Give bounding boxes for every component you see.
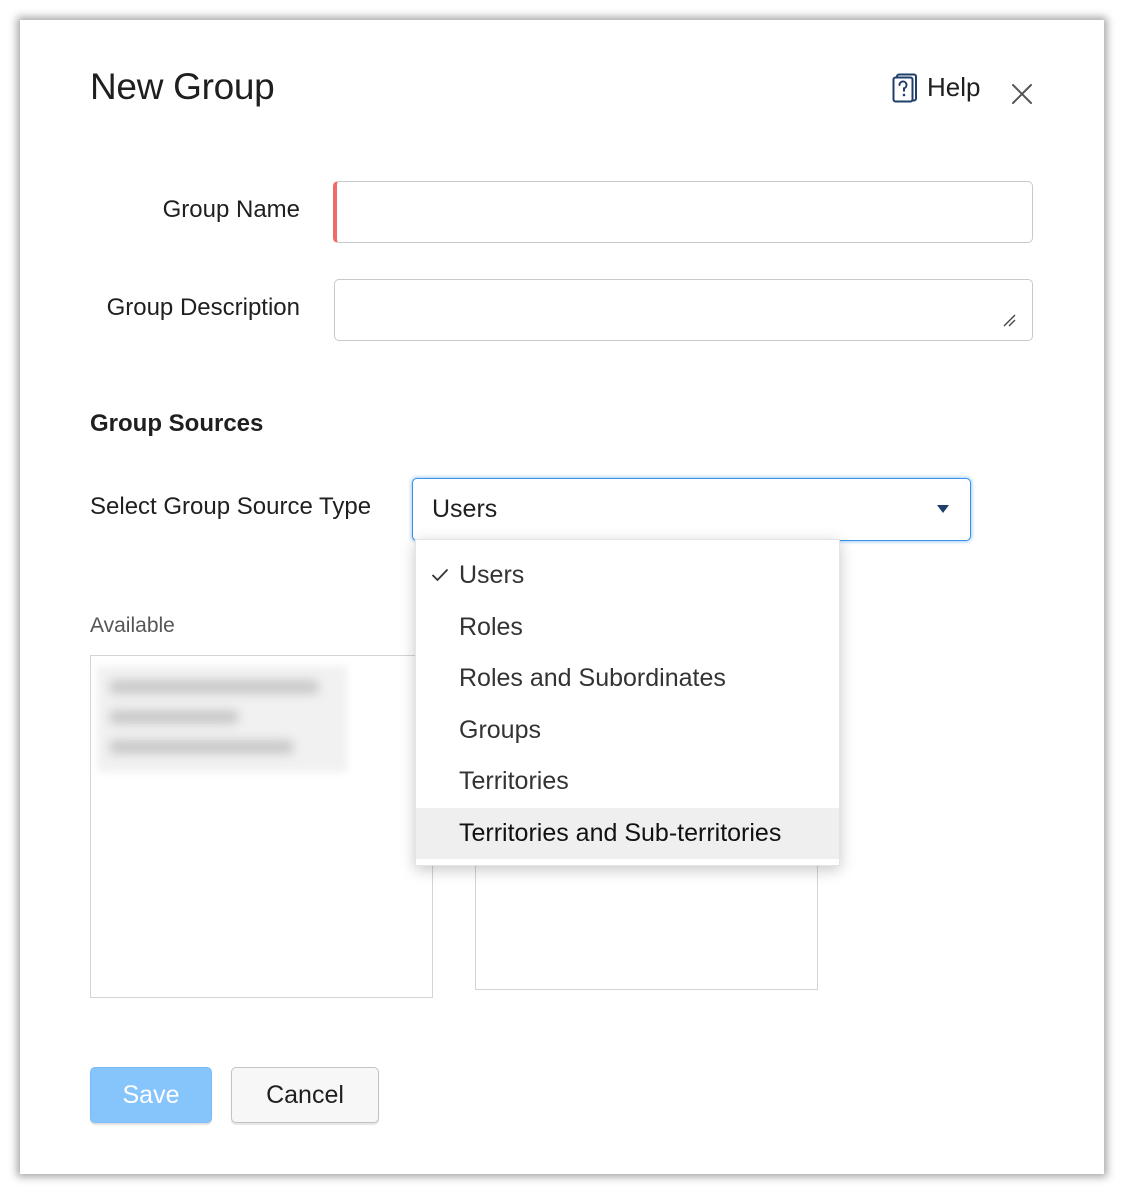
source-type-selected-value: Users: [432, 495, 498, 523]
menu-option-users[interactable]: Users: [416, 550, 839, 602]
menu-option-label: Groups: [459, 715, 541, 744]
group-description-textarea[interactable]: [334, 279, 1033, 341]
caret-down-icon: [937, 505, 949, 513]
source-type-label: Select Group Source Type: [90, 493, 372, 520]
menu-option-label: Territories and Sub-territories: [459, 818, 782, 847]
dialog-title: New Group: [90, 66, 275, 107]
menu-option-label: Roles: [459, 612, 523, 641]
help-label: Help: [927, 72, 981, 102]
group-sources-heading: Group Sources: [90, 410, 264, 437]
menu-option-groups[interactable]: Groups: [416, 705, 839, 757]
menu-option-roles[interactable]: Roles: [416, 602, 839, 654]
menu-option-territories-and-sub-territories[interactable]: Territories and Sub-territories: [416, 807, 839, 859]
redacted-line: [109, 680, 319, 694]
menu-option-label: Roles and Subordinates: [459, 664, 726, 692]
checkmark-icon: [431, 568, 449, 582]
group-description-label: Group Description: [106, 294, 300, 321]
resize-grip-icon[interactable]: [1002, 313, 1016, 327]
available-label: Available: [90, 614, 175, 637]
cancel-button[interactable]: Cancel: [231, 1067, 379, 1123]
source-type-select[interactable]: Users: [412, 478, 971, 541]
available-list[interactable]: [90, 655, 433, 998]
group-name-input[interactable]: [333, 181, 1033, 243]
new-group-dialog: New Group Help Group Name Group Descript…: [20, 20, 1104, 1174]
redacted-line: [109, 740, 294, 754]
menu-option-label: Territories: [459, 767, 569, 795]
menu-option-territories[interactable]: Territories: [416, 756, 839, 808]
help-book-icon: [892, 73, 917, 102]
menu-option-label: Users: [459, 561, 525, 589]
menu-option-roles-and-subordinates[interactable]: Roles and Subordinates: [416, 653, 839, 705]
help-link[interactable]: Help: [892, 72, 980, 103]
group-name-label: Group Name: [162, 196, 300, 223]
save-button[interactable]: Save: [90, 1067, 212, 1123]
selected-list[interactable]: [475, 850, 818, 990]
close-icon[interactable]: [1010, 82, 1034, 106]
source-type-menu: Users Roles Roles and Subordinates Group…: [415, 539, 840, 866]
redacted-line: [109, 710, 239, 724]
